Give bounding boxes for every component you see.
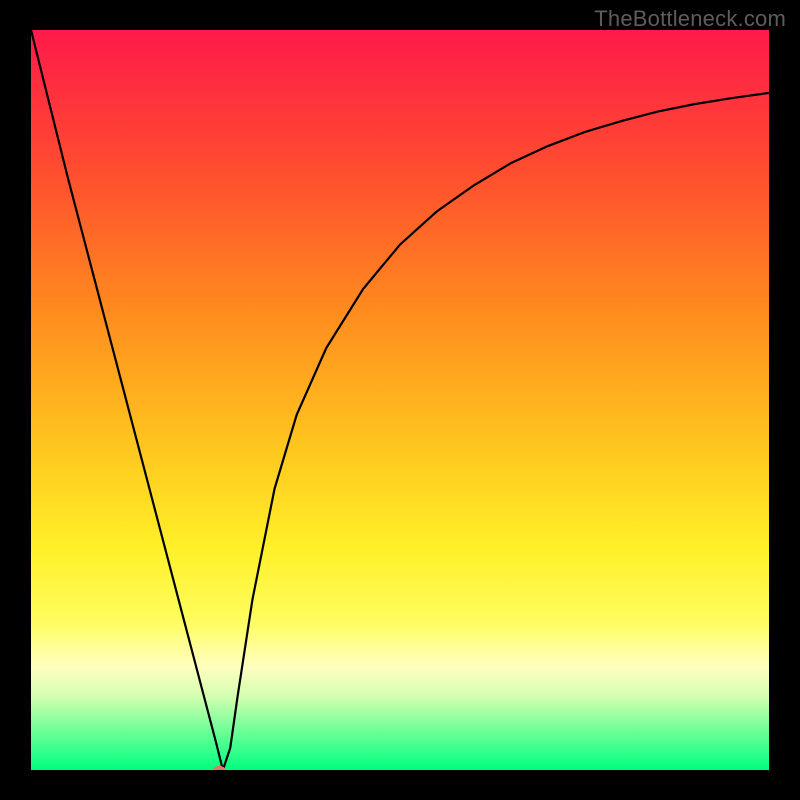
watermark-label: TheBottleneck.com	[594, 6, 786, 32]
bottleneck-curve	[31, 30, 769, 770]
bottleneck-chart	[31, 30, 769, 770]
